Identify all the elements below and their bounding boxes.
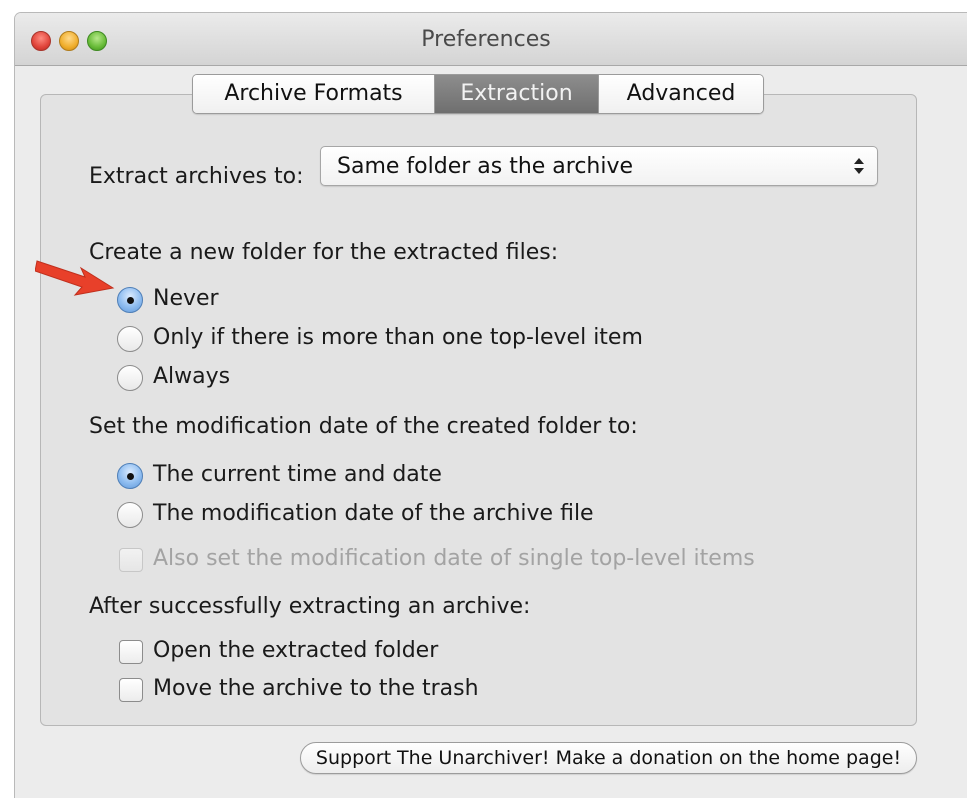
- radio-only-if-multiple[interactable]: [117, 326, 143, 352]
- extract-to-popup[interactable]: Same folder as the archive: [320, 146, 878, 186]
- after-extract-heading: After successfully extracting an archive…: [89, 594, 531, 619]
- donate-button[interactable]: Support The Unarchiver! Make a donation …: [300, 742, 917, 774]
- checkbox-open-folder[interactable]: [119, 640, 143, 664]
- radio-archive-date[interactable]: [117, 502, 143, 528]
- annotation-arrow-icon: [35, 260, 115, 296]
- checkbox-move-to-trash[interactable]: [119, 678, 143, 702]
- checkbox-single-top-level-label: Also set the modification date of single…: [153, 546, 755, 571]
- radio-never[interactable]: [117, 287, 143, 313]
- radio-current-time-label[interactable]: The current time and date: [153, 462, 442, 487]
- radio-current-time[interactable]: [117, 463, 143, 489]
- extract-to-label: Extract archives to:: [89, 164, 304, 189]
- radio-dot-icon: [127, 297, 134, 304]
- tab-archive-formats[interactable]: Archive Formats: [193, 75, 435, 113]
- radio-always[interactable]: [117, 365, 143, 391]
- radio-always-label[interactable]: Always: [153, 364, 230, 389]
- radio-archive-date-label[interactable]: The modification date of the archive fil…: [153, 501, 594, 526]
- radio-never-label[interactable]: Never: [153, 286, 219, 311]
- radio-dot-icon: [127, 473, 134, 480]
- checkbox-move-to-trash-label[interactable]: Move the archive to the trash: [153, 676, 479, 701]
- popup-arrows-icon: [853, 155, 865, 177]
- checkbox-open-folder-label[interactable]: Open the extracted folder: [153, 638, 438, 663]
- title-bar[interactable]: Preferences: [15, 13, 967, 66]
- tab-extraction[interactable]: Extraction: [435, 75, 599, 113]
- extract-to-value: Same folder as the archive: [337, 154, 634, 179]
- window-title: Preferences: [421, 27, 551, 52]
- radio-only-if-multiple-label[interactable]: Only if there is more than one top-level…: [153, 325, 643, 350]
- checkbox-single-top-level: [119, 548, 143, 572]
- tab-advanced[interactable]: Advanced: [599, 75, 763, 113]
- modification-date-heading: Set the modification date of the created…: [89, 414, 638, 439]
- new-folder-heading: Create a new folder for the extracted fi…: [89, 240, 559, 265]
- preferences-tabs: Archive Formats Extraction Advanced: [192, 74, 764, 114]
